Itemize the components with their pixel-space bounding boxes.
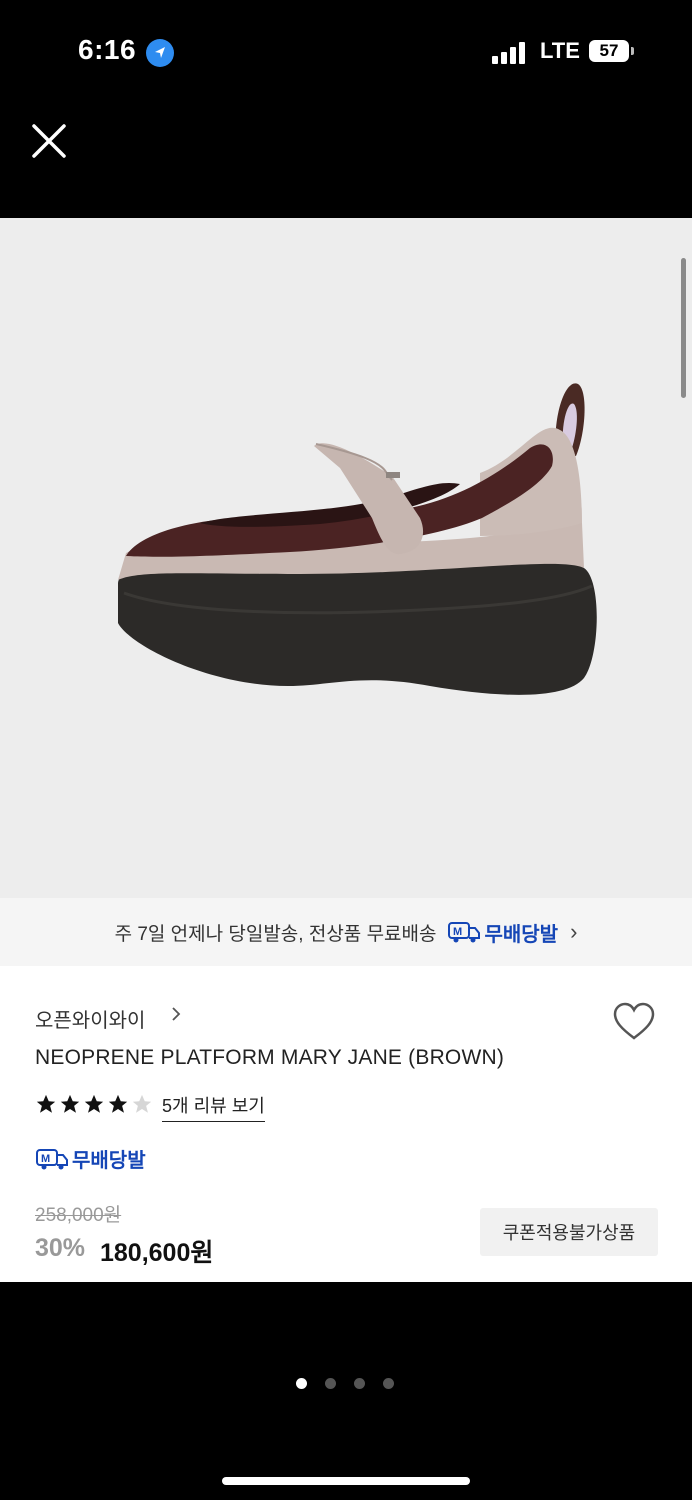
heart-icon [613, 1002, 655, 1040]
original-price: 258,000원 [35, 1205, 122, 1226]
location-arrow-icon [146, 39, 174, 67]
product-image-carousel[interactable] [0, 218, 692, 898]
shipping-badge-text: 무배당발 [72, 1150, 146, 1172]
battery-icon [631, 47, 634, 55]
scroll-indicator [681, 258, 686, 398]
status-bar: 6:16 LTE 57 [0, 0, 692, 100]
truck-icon: M [448, 922, 481, 943]
cellular-signal-icon [492, 42, 528, 64]
sale-price: 180,600원 [100, 1239, 214, 1267]
rating-stars [35, 1093, 155, 1115]
delivery-banner[interactable]: 주 7일 언제나 당일발송, 전상품 무료배송 M 무배당발 › [0, 898, 692, 966]
network-type: LTE [540, 38, 580, 63]
carousel-pagination[interactable] [296, 1378, 412, 1389]
product-name: NEOPRENE PLATFORM MARY JANE (BROWN) [35, 1046, 505, 1069]
truck-icon: M [36, 1148, 68, 1169]
close-icon [32, 124, 66, 158]
carousel-dot[interactable] [325, 1378, 336, 1389]
wishlist-button[interactable] [612, 1002, 656, 1042]
discount-rate: 30% [35, 1234, 86, 1262]
delivery-banner-text: 주 7일 언제나 당일발송, 전상품 무료배송 [114, 923, 437, 945]
star-empty-icon [132, 1094, 152, 1113]
product-image [118, 383, 597, 695]
carousel-dot[interactable] [383, 1378, 394, 1389]
battery-level: 57 [589, 40, 629, 62]
chevron-right-icon [170, 1004, 182, 1030]
star-filled-icon [60, 1094, 80, 1113]
home-indicator[interactable] [222, 1477, 470, 1485]
brand-link[interactable]: 오픈와이와이 [35, 1004, 145, 1033]
delivery-logo-text: 무배당발 [484, 923, 559, 946]
coupon-status-badge: 쿠폰적용불가상품 [480, 1208, 658, 1256]
close-button[interactable] [26, 118, 72, 164]
star-filled-icon [84, 1094, 104, 1113]
star-filled-icon [108, 1094, 128, 1113]
shipping-badge: M 무배당발 [36, 1144, 146, 1173]
status-time: 6:16 [78, 34, 137, 65]
svg-text:M: M [41, 1153, 50, 1165]
svg-text:M: M [453, 926, 462, 938]
delivery-logo: M 무배당발 [448, 918, 558, 947]
review-link[interactable]: 5개 리뷰 보기 [162, 1092, 265, 1122]
chevron-right-icon: › [570, 919, 578, 944]
product-info-card: 오픈와이와이 NEOPRENE PLATFORM MARY JANE (BROW… [0, 966, 692, 1282]
star-filled-icon [36, 1094, 56, 1113]
carousel-dot[interactable] [354, 1378, 365, 1389]
carousel-dot-active[interactable] [296, 1378, 307, 1389]
